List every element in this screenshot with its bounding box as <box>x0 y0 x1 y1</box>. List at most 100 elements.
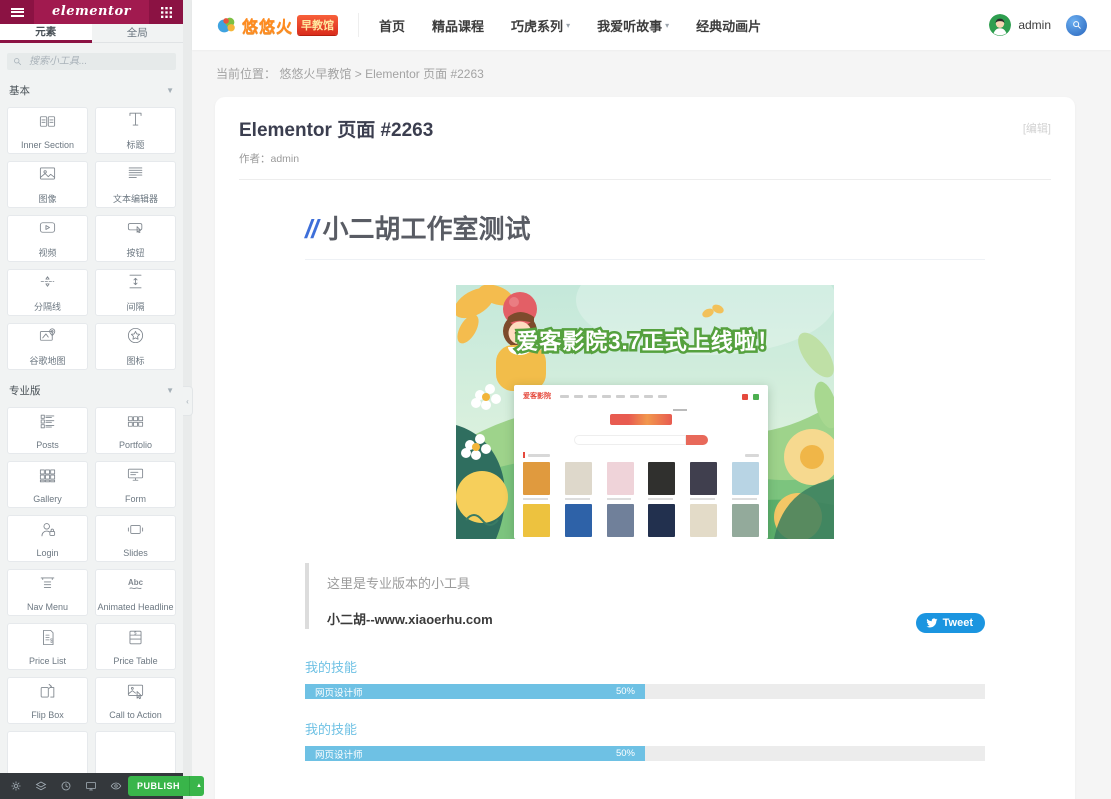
widget-label: Form <box>125 494 146 504</box>
panel-menu-button[interactable] <box>0 0 34 24</box>
widget-label: Price Table <box>113 656 157 666</box>
mini-site-searchbar <box>523 435 759 445</box>
widget-image[interactable]: 图像 <box>7 161 88 208</box>
widget-login[interactable]: Login <box>7 515 88 562</box>
skill-label: 网页设计师 <box>315 685 363 699</box>
widget-google-maps[interactable]: 谷歌地图 <box>7 323 88 370</box>
widget-text-editor[interactable]: 文本编辑器 <box>95 161 176 208</box>
navigator-icon[interactable] <box>28 773 53 799</box>
widget-grid: PostsPortfolioGallery Form Login Slides Nav … <box>7 407 176 773</box>
breadcrumb: 当前位置： 悠悠火早教馆 > Elementor 页面 #2263 <box>216 65 484 82</box>
heading-icon <box>126 110 145 134</box>
mini-site-poster-row <box>523 504 759 540</box>
widget-section-header-0[interactable]: 基本▼ <box>9 83 174 98</box>
widget-section-header-1[interactable]: 专业版▼ <box>9 383 174 398</box>
widget-gallery[interactable]: Gallery <box>7 461 88 508</box>
mini-site-nav <box>560 395 737 398</box>
movie-poster <box>648 462 675 500</box>
admin-username[interactable]: admin <box>1018 18 1051 32</box>
settings-icon[interactable] <box>3 773 28 799</box>
nav-item-2[interactable]: 巧虎系列▾ <box>511 16 570 35</box>
nav-item-label: 经典动画片 <box>696 16 761 35</box>
panel-tab-global[interactable]: 全局 <box>92 24 184 43</box>
widget-divider[interactable]: 分隔线 <box>7 269 88 316</box>
banner-image[interactable]: 爱客影院3.7正式上线啦！ 爱客影院 <box>456 285 834 539</box>
search-icon <box>1072 20 1082 30</box>
responsive-icon[interactable] <box>78 773 103 799</box>
widget-nav-menu[interactable]: Nav Menu <box>7 569 88 616</box>
widget-label: 分隔线 <box>34 300 61 313</box>
widget-spacer[interactable]: 间隔 <box>95 269 176 316</box>
widget-animated-headline[interactable]: AbcAnimated Headline <box>95 569 176 616</box>
widget-blank[interactable] <box>95 731 176 773</box>
nav-item-1[interactable]: 精品课程 <box>432 16 484 35</box>
mini-site-poster-row <box>523 462 759 500</box>
nav-item-label: 精品课程 <box>432 16 484 35</box>
widget-slides[interactable]: Slides <box>95 515 176 562</box>
section-heading: //小二胡工作室测试 <box>305 209 985 260</box>
panel-widgets-button[interactable] <box>149 0 183 24</box>
widget-button[interactable]: 按钮 <box>95 215 176 262</box>
mini-site-logo <box>523 409 759 430</box>
widget-video[interactable]: 视频 <box>7 215 88 262</box>
widget-price-list[interactable]: $Price List <box>7 623 88 670</box>
posts-icon <box>38 412 57 436</box>
nav-item-0[interactable]: 首页 <box>379 16 405 35</box>
site-search-button[interactable] <box>1066 15 1087 36</box>
skill-widget-0: 我的技能网页设计师50% <box>305 657 985 699</box>
nav-item-3[interactable]: 我爱听故事▾ <box>597 16 669 35</box>
history-icon[interactable] <box>53 773 78 799</box>
widget-label: 图像 <box>38 192 56 205</box>
widget-blank[interactable] <box>7 731 88 773</box>
publish-button-group: PUBLISH ▲ <box>128 776 204 796</box>
widget-label: 标题 <box>126 138 144 151</box>
site-logo-icon <box>216 14 238 36</box>
widget-label: Inner Section <box>21 140 74 150</box>
chevron-down-icon: ▾ <box>566 21 570 30</box>
widget-heading[interactable]: 标题 <box>95 107 176 154</box>
site-header: 悠悠火 早教馆 首页 精品课程 巧虎系列▾ 我爱听故事▾ 经典动画片 admin <box>192 0 1111 50</box>
breadcrumb-current: Elementor 页面 #2263 <box>365 67 484 81</box>
preview-icon[interactable] <box>103 773 128 799</box>
widget-label: 视频 <box>38 246 56 259</box>
widget-search-input[interactable] <box>27 55 170 68</box>
mini-site-section-header <box>523 452 759 458</box>
elementor-logo: elementor <box>34 0 149 24</box>
widget-label: Animated Headline <box>97 602 173 612</box>
site-logo-text: 悠悠火 <box>242 13 293 37</box>
widget-flip-box[interactable]: Flip Box <box>7 677 88 724</box>
widget-label: Slides <box>123 548 148 558</box>
widget-call-to-action[interactable]: Call to Action <box>95 677 176 724</box>
site-logo[interactable]: 悠悠火 早教馆 <box>216 13 338 37</box>
widget-inner-section[interactable]: Inner Section <box>7 107 88 154</box>
search-icon <box>13 57 22 66</box>
widget-form[interactable]: Form <box>95 461 176 508</box>
tweet-button[interactable]: Tweet <box>916 613 985 633</box>
breadcrumb-prefix: 当前位置： <box>216 67 276 81</box>
publish-button[interactable]: PUBLISH <box>128 776 189 796</box>
nav-item-4[interactable]: 经典动画片 <box>696 16 761 35</box>
publish-options-button[interactable]: ▲ <box>189 776 204 796</box>
widget-portfolio[interactable]: Portfolio <box>95 407 176 454</box>
panel-tab-elements[interactable]: 元素 <box>0 24 92 43</box>
quote-block: 这里是专业版本的小工具 小二胡--www.xiaoerhu.com <box>305 563 985 629</box>
price-list-icon: $ <box>38 628 57 652</box>
movie-poster <box>565 504 592 540</box>
panel-collapse-handle[interactable]: ‹ <box>183 386 193 416</box>
svg-text:$: $ <box>134 630 137 636</box>
breadcrumb-site-link[interactable]: 悠悠火早教馆 <box>279 67 351 81</box>
widget-icon[interactable]: 图标 <box>95 323 176 370</box>
widget-label: 文本编辑器 <box>113 192 158 205</box>
nav-item-label: 巧虎系列 <box>511 16 563 35</box>
widget-posts[interactable]: Posts <box>7 407 88 454</box>
edit-link[interactable]: [编辑] <box>1023 120 1051 136</box>
grid-icon <box>161 7 172 18</box>
movie-poster <box>732 462 759 500</box>
widget-price-table[interactable]: $ Price Table <box>95 623 176 670</box>
widget-section-title: 基本 <box>9 83 30 98</box>
quote-line-2: 小二胡--www.xiaoerhu.com <box>327 609 985 628</box>
avatar[interactable] <box>989 14 1011 36</box>
breadcrumb-separator: > <box>355 67 365 81</box>
widget-label: Login <box>36 548 58 558</box>
widget-label: Nav Menu <box>27 602 68 612</box>
